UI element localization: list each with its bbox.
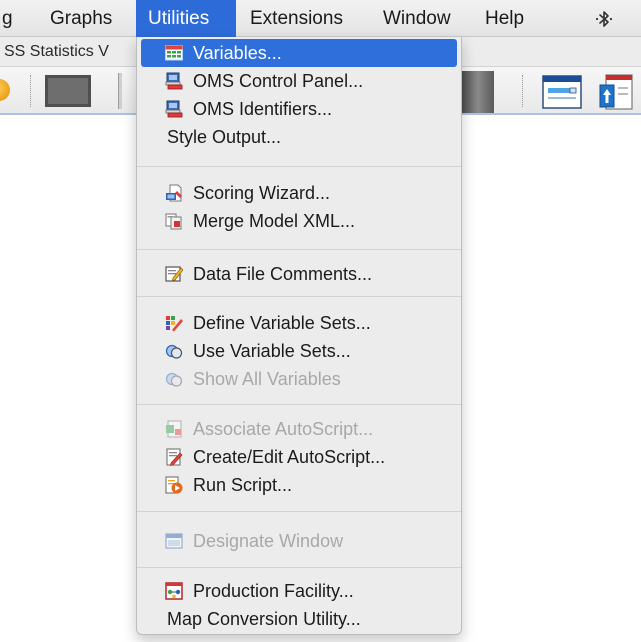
menu-item-merge-model-xml[interactable]: Merge Model XML...: [141, 207, 457, 235]
dialog-recall-icon[interactable]: [542, 75, 582, 109]
menu-separator: [137, 511, 461, 512]
menu-item-label: Production Facility...: [193, 581, 354, 601]
designate-window-icon: [165, 533, 183, 549]
menu-item-use-variable-sets[interactable]: Use Variable Sets...: [141, 337, 457, 365]
menu-extensions[interactable]: Extensions: [250, 0, 343, 37]
merge-model-xml-icon: [165, 213, 182, 230]
menu-item-label: Show All Variables: [193, 369, 341, 389]
menu-item-create-edit-autoscript[interactable]: Create/Edit AutoScript...: [141, 443, 457, 471]
variables-grid-icon: [165, 45, 183, 61]
menu-item-scoring-wizard[interactable]: Scoring Wizard...: [141, 179, 457, 207]
associate-autoscript-icon: [166, 420, 182, 438]
screen: g Graphs Utilities Extensions Window Hel…: [0, 0, 641, 642]
menu-item-map-conversion-utility[interactable]: Map Conversion Utility...: [141, 605, 457, 633]
menu-item-label: OMS Control Panel...: [193, 71, 364, 91]
utilities-menu: Variables... OMS Control Panel... OMS Id…: [136, 37, 462, 635]
menu-separator: [137, 296, 461, 297]
menu-bar: g Graphs Utilities Extensions Window Hel…: [0, 0, 641, 37]
menu-separator: [137, 404, 461, 405]
menu-help[interactable]: Help: [485, 0, 524, 37]
toolbar-button-grey[interactable]: [45, 75, 91, 107]
menu-item-label: Data File Comments...: [193, 264, 373, 284]
scoring-wizard-icon: [166, 184, 182, 202]
menu-utilities[interactable]: Utilities: [136, 0, 236, 37]
menu-item-define-variable-sets[interactable]: Define Variable Sets...: [141, 309, 457, 337]
toolbar-separator: [30, 75, 32, 107]
menu-item-label: OMS Identifiers...: [193, 99, 333, 119]
menu-window[interactable]: Window: [383, 0, 451, 37]
toolbar-separator: [522, 75, 524, 107]
menu-graphs[interactable]: Graphs: [50, 0, 112, 37]
production-facility-icon: [165, 582, 183, 600]
define-variable-sets-icon: [166, 316, 183, 332]
toolbar-button-partial[interactable]: [0, 79, 10, 101]
menu-item-oms-identifiers[interactable]: OMS Identifiers...: [141, 95, 457, 123]
menu-item-production-facility[interactable]: Production Facility...: [141, 577, 457, 605]
menu-item-label: Designate Window: [193, 531, 344, 551]
toolbar-button-block[interactable]: [462, 71, 494, 113]
data-file-comments-icon: [165, 266, 183, 282]
menu-separator: [137, 567, 461, 568]
show-all-variables-icon: [165, 372, 183, 387]
menu-item-label: Variables...: [193, 43, 282, 63]
menu-item-label: Define Variable Sets...: [193, 313, 371, 333]
menu-item-label: Style Output...: [167, 127, 282, 147]
menu-item-oms-control-panel[interactable]: OMS Control Panel...: [141, 67, 457, 95]
menu-separator: [137, 166, 461, 167]
use-variable-sets-icon: [165, 344, 183, 359]
create-edit-autoscript-icon: [166, 448, 183, 466]
menu-item-label: Merge Model XML...: [193, 211, 356, 231]
menu-item-label: Associate AutoScript...: [193, 419, 374, 439]
menu-item-associate-autoscript[interactable]: Associate AutoScript...: [141, 415, 457, 443]
menu-item-label: Use Variable Sets...: [193, 341, 351, 361]
menu-item-variables[interactable]: Variables...: [141, 39, 457, 67]
menu-item-label: Scoring Wizard...: [193, 183, 331, 203]
menu-item-label: Create/Edit AutoScript...: [193, 447, 386, 467]
menu-item-data-file-comments[interactable]: Data File Comments...: [141, 260, 457, 288]
menu-item-style-output[interactable]: Style Output...: [141, 123, 457, 151]
menu-item-designate-window[interactable]: Designate Window: [141, 527, 457, 555]
menu-item-label: Map Conversion Utility...: [167, 609, 361, 629]
oms-identifiers-icon: [165, 100, 183, 118]
bluetooth-icon[interactable]: [593, 8, 615, 30]
menu-tools-partial[interactable]: g: [0, 0, 16, 37]
menu-item-show-all-variables[interactable]: Show All Variables: [141, 365, 457, 393]
window-title: SS Statistics V: [4, 43, 109, 60]
menu-separator: [137, 249, 461, 250]
goto-case-icon[interactable]: [598, 71, 636, 113]
oms-control-panel-icon: [165, 72, 183, 90]
menu-item-label: Run Script...: [193, 475, 293, 495]
toolbar-separator: [118, 73, 122, 109]
run-script-icon: [165, 476, 183, 494]
menu-item-run-script[interactable]: Run Script...: [141, 471, 457, 499]
